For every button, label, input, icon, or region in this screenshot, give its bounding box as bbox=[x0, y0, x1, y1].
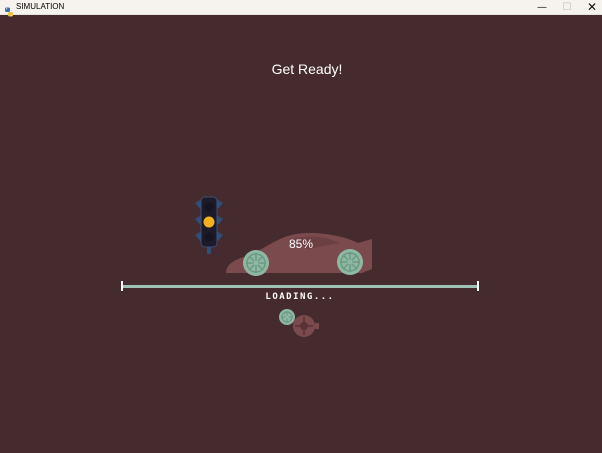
maximize-icon: ☐ bbox=[562, 1, 572, 13]
loading-screen: Get Ready! 85% LOADING... bbox=[0, 15, 602, 453]
progress-percentage: 85% bbox=[288, 237, 314, 251]
rear-wheel bbox=[243, 250, 269, 276]
front-wheel bbox=[337, 249, 363, 275]
maximize-button[interactable]: ☐ bbox=[553, 0, 581, 14]
window-title: SIMULATION bbox=[16, 2, 65, 11]
progress-bar bbox=[121, 281, 479, 291]
minimize-button[interactable]: — bbox=[528, 0, 556, 14]
python-icon bbox=[4, 2, 14, 17]
traffic-light-icon bbox=[195, 196, 223, 254]
title-bar: SIMULATION — ☐ ✕ bbox=[0, 0, 602, 17]
close-button[interactable]: ✕ bbox=[578, 0, 602, 14]
gears-icon bbox=[279, 309, 319, 337]
loading-label: LOADING... bbox=[265, 292, 335, 302]
small-gear bbox=[279, 309, 295, 325]
large-gear bbox=[293, 315, 319, 337]
minimize-icon: — bbox=[537, 1, 547, 13]
close-icon: ✕ bbox=[586, 0, 598, 14]
get-ready-heading: Get Ready! bbox=[271, 61, 343, 77]
